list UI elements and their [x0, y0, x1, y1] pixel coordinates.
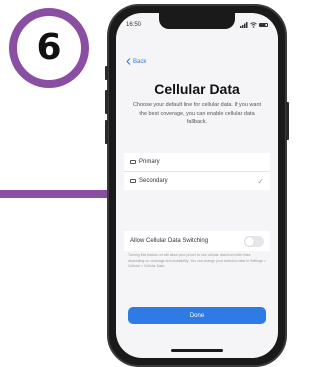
data-switching-toggle[interactable] — [244, 235, 264, 247]
wifi-icon — [250, 22, 257, 28]
step-number: 6 — [36, 27, 62, 68]
data-switching-row: Allow Cellular Data Switching — [124, 231, 270, 251]
line-option-secondary[interactable]: Secondary ✓ — [124, 171, 270, 190]
page-title: Cellular Data — [154, 81, 240, 97]
data-switching-label: Allow Cellular Data Switching — [130, 238, 209, 244]
silent-switch — [105, 66, 108, 80]
page-subtitle: Choose your default line for cellular da… — [132, 102, 262, 125]
sim-icon — [130, 179, 136, 183]
line-label: Primary — [139, 159, 160, 165]
status-bar: 16:50 — [126, 20, 268, 30]
line-label: Secondary — [139, 178, 168, 184]
line-option-primary[interactable]: Primary — [124, 153, 270, 171]
signal-icon — [240, 22, 248, 28]
home-indicator — [171, 349, 223, 352]
connector-line — [0, 190, 114, 198]
back-label: Back — [133, 58, 147, 65]
volume-down-button — [105, 120, 108, 144]
chevron-left-icon — [126, 58, 131, 65]
checkmark-icon: ✓ — [257, 176, 264, 186]
back-button[interactable]: Back — [126, 58, 146, 65]
done-label: Done — [189, 312, 205, 319]
status-time: 16:50 — [126, 22, 142, 28]
cellular-line-list: Primary Secondary ✓ — [124, 153, 270, 190]
step-badge: 6 — [9, 8, 89, 88]
status-icons — [240, 22, 268, 28]
volume-up-button — [105, 90, 108, 114]
phone-screen: 16:50 Back Cellular Data Choose your def… — [116, 13, 278, 358]
data-switching-footnote: Turning this feature on will allow your … — [128, 253, 266, 268]
done-button[interactable]: Done — [128, 307, 266, 324]
power-button — [286, 102, 289, 140]
phone-frame: 16:50 Back Cellular Data Choose your def… — [105, 4, 289, 367]
sim-icon — [130, 160, 136, 164]
battery-icon — [259, 23, 268, 27]
